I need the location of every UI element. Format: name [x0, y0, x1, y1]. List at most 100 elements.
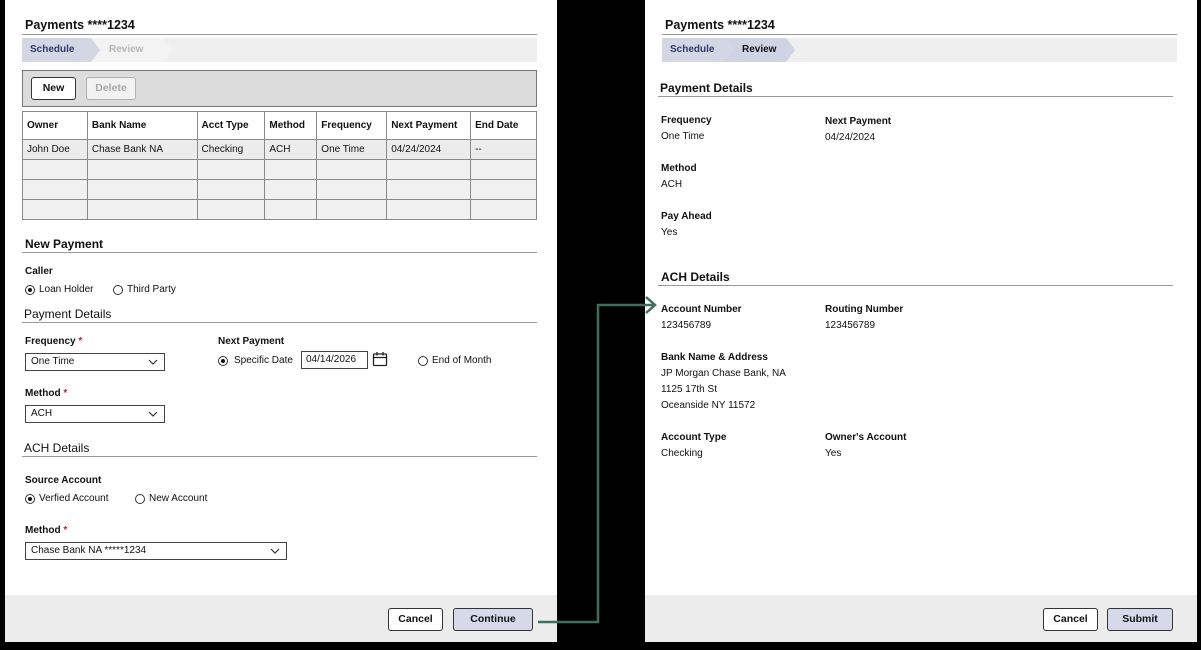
table-cell: 04/24/2024 — [386, 139, 472, 160]
column-header[interactable]: Bank Name — [86, 111, 198, 140]
table-row-empty — [22, 179, 537, 200]
page-title: Payments ****1234 — [665, 18, 775, 32]
next-payment-label: Next Payment — [218, 336, 285, 347]
cancel-button[interactable]: Cancel — [1043, 608, 1098, 631]
step-review[interactable]: Review — [92, 38, 172, 62]
bank-address-line: Oceanside NY 11572 — [661, 400, 756, 411]
pay-ahead-value: Yes — [661, 227, 678, 238]
column-header[interactable]: Method — [264, 111, 318, 140]
footer-bar: Cancel Submit — [645, 595, 1197, 642]
new-payment-heading: New Payment — [25, 237, 104, 251]
radio-label: Third Party — [127, 284, 176, 295]
ach-method-label: Method * — [25, 525, 68, 536]
column-header[interactable]: End Date — [470, 111, 537, 140]
divider — [658, 285, 1173, 286]
arrow-right-icon — [538, 296, 657, 624]
cancel-button[interactable]: Cancel — [388, 608, 443, 631]
source-account-label: Source Account — [25, 475, 102, 486]
pay-ahead-label: Pay Ahead — [661, 211, 712, 222]
bank-name-line: JP Morgan Chase Bank, NA — [661, 368, 786, 379]
wizard-steps: Schedule Review — [22, 38, 537, 62]
method-value: ACH — [661, 179, 683, 190]
account-type-label: Account Type — [661, 432, 727, 443]
routing-number-label: Routing Number — [825, 304, 904, 315]
account-type-value: Checking — [661, 448, 703, 459]
frequency-label: Frequency — [661, 115, 712, 126]
method-value: ACH — [31, 408, 53, 419]
delete-button[interactable]: Delete — [86, 77, 136, 100]
table-toolbar: New Delete — [22, 70, 537, 107]
radio-label: End of Month — [432, 355, 492, 366]
frequency-value: One Time — [31, 356, 75, 367]
divider — [658, 96, 1173, 97]
table-cell: Chase Bank NA — [86, 139, 198, 160]
table-row[interactable]: John Doe Chase Bank NA Checking ACH One … — [22, 139, 537, 160]
account-number-label: Account Number — [661, 304, 742, 315]
chevron-down-icon — [148, 359, 158, 365]
column-header[interactable]: Frequency — [316, 111, 388, 140]
chevron-down-icon — [148, 411, 158, 417]
radio-label: Verfied Account — [39, 493, 109, 504]
column-header[interactable]: Owner — [22, 111, 88, 140]
ach-details-heading: ACH Details — [661, 270, 730, 284]
divider — [22, 252, 537, 253]
schedule-screen: Payments ****1234 Schedule Review New De… — [5, 0, 557, 642]
caller-loan-holder-radio[interactable] — [25, 285, 35, 295]
page-title: Payments ****1234 — [25, 18, 135, 32]
footer-bar: Cancel Continue — [5, 595, 557, 642]
table-cell: Checking — [196, 139, 266, 160]
frequency-label: Frequency * — [25, 336, 83, 347]
frequency-select[interactable]: One Time — [25, 353, 165, 371]
column-header[interactable]: Next Payment — [386, 111, 472, 140]
method-label: Method — [661, 163, 697, 174]
table-cell: -- — [470, 139, 537, 160]
radio-label: Loan Holder — [39, 284, 94, 295]
bank-address-line: 1125 17th St — [661, 384, 717, 395]
next-payment-label: Next Payment — [825, 116, 892, 127]
table-cell: John Doe — [22, 139, 88, 160]
new-button[interactable]: New — [31, 77, 76, 100]
owners-account-label: Owner's Account — [825, 432, 907, 443]
account-number-value: 123456789 — [661, 320, 712, 331]
review-screen: Payments ****1234 Schedule Review Paymen… — [645, 0, 1197, 642]
caller-label: Caller — [25, 266, 53, 277]
divider — [662, 34, 1177, 35]
table-header-row: Owner Bank Name Acct Type Method Frequen… — [22, 111, 537, 140]
ach-method-value: Chase Bank NA *****1234 — [31, 545, 147, 556]
radio-label: Specific Date — [234, 355, 293, 366]
end-of-month-radio[interactable] — [418, 356, 428, 366]
frequency-value: One Time — [661, 131, 705, 142]
owners-account-value: Yes — [825, 448, 842, 459]
table-cell: One Time — [316, 139, 388, 160]
calendar-icon[interactable] — [372, 351, 388, 367]
table-row-empty — [22, 199, 537, 220]
bank-name-label: Bank Name & Address — [661, 352, 768, 363]
table-cell: ACH — [264, 139, 318, 160]
caller-third-party-radio[interactable] — [113, 285, 123, 295]
wizard-steps: Schedule Review — [662, 38, 1177, 62]
method-select[interactable]: ACH — [25, 405, 165, 423]
verified-account-radio[interactable] — [25, 494, 35, 504]
payment-details-heading: Payment Details — [660, 81, 753, 95]
continue-button[interactable]: Continue — [453, 608, 533, 631]
submit-button[interactable]: Submit — [1107, 608, 1173, 631]
step-review[interactable]: Review — [725, 38, 795, 62]
divider — [22, 456, 537, 457]
payment-details-heading: Payment Details — [24, 307, 112, 321]
step-schedule[interactable]: Schedule — [22, 38, 100, 62]
table-row-empty — [22, 159, 537, 180]
radio-label: New Account — [149, 493, 208, 504]
chevron-down-icon — [270, 548, 280, 554]
specific-date-radio[interactable] — [218, 356, 228, 366]
new-account-radio[interactable] — [135, 494, 145, 504]
ach-details-heading: ACH Details — [24, 441, 90, 455]
routing-number-value: 123456789 — [825, 320, 876, 331]
payments-table: Owner Bank Name Acct Type Method Frequen… — [22, 111, 537, 220]
divider — [22, 322, 537, 323]
date-input[interactable]: 04/14/2026 — [301, 351, 368, 369]
method-label: Method * — [25, 388, 68, 399]
column-header[interactable]: Acct Type — [196, 111, 266, 140]
ach-method-select[interactable]: Chase Bank NA *****1234 — [25, 542, 287, 560]
divider — [22, 34, 537, 35]
next-payment-value: 04/24/2024 — [825, 132, 876, 143]
